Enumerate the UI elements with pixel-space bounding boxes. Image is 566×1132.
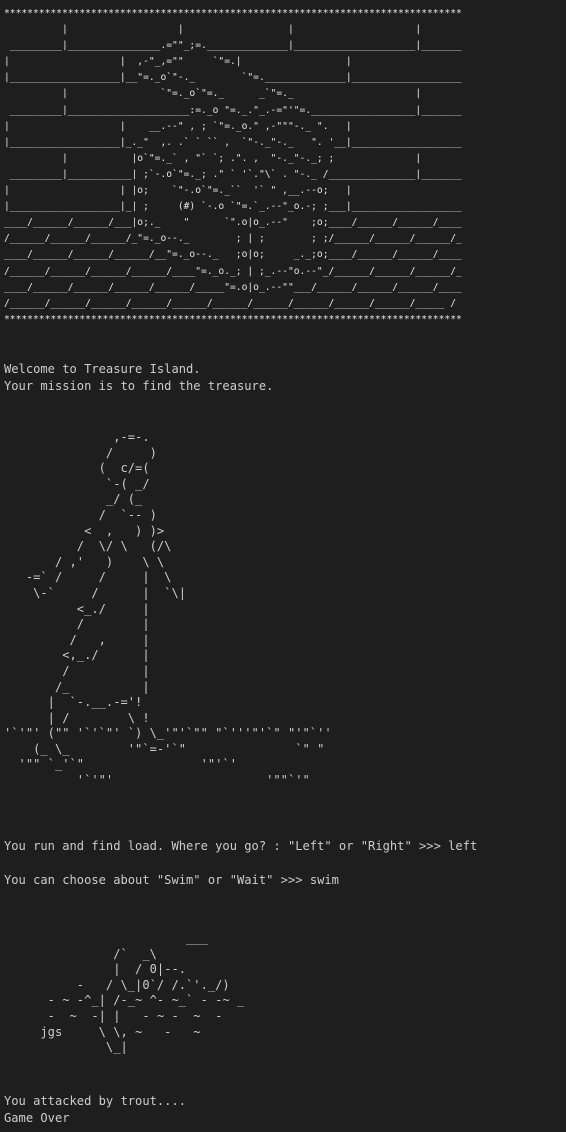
swim-wait-prompt: You can choose about "Swim" or "Wait" >>… — [4, 872, 339, 889]
terminal-output: ****************************************… — [0, 0, 566, 1132]
direction-input: left — [448, 839, 478, 853]
game-over-message: Game Over — [4, 1111, 70, 1125]
swim-wait-prompt-text: You can choose about "Swim" or "Wait" >>… — [4, 873, 310, 887]
trout-ascii-art: ___ /` _\ | / 0|--. - / \_|0`/ /.`'._/) … — [40, 931, 245, 1055]
mission-message: Your mission is to find the treasure. — [4, 379, 274, 393]
direction-prompt: You run and find load. Where you go? : "… — [4, 838, 477, 855]
swim-wait-input: swim — [309, 873, 339, 887]
attack-message: You attacked by trout.... — [4, 1094, 187, 1108]
direction-prompt-text: You run and find load. Where you go? : "… — [4, 839, 449, 853]
treasure-banner-ascii-art: ****************************************… — [4, 8, 462, 325]
walker-ascii-art: ,-=-. / ) ( c/=( `-( _/ _/ (_ / `-- ) < … — [4, 430, 332, 788]
welcome-message: Welcome to Treasure Island. — [4, 362, 201, 376]
